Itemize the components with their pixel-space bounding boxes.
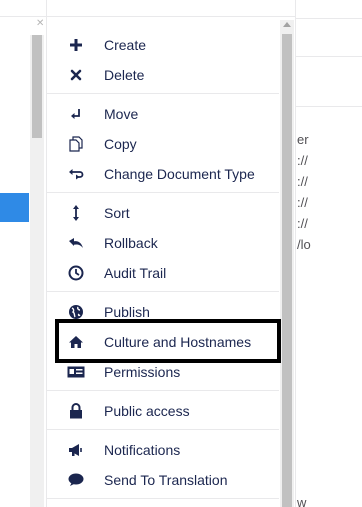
menu-item-create[interactable]: Create xyxy=(47,30,279,60)
sort-vertical-icon xyxy=(66,203,86,223)
selected-tree-node[interactable] xyxy=(0,193,29,222)
actions-context-menu: Create Delete Move Copy Change Document … xyxy=(46,0,297,507)
swap-arrows-icon xyxy=(66,164,86,184)
menu-item-label: Publish xyxy=(104,304,150,320)
background-divider xyxy=(296,56,362,57)
menu-item-label: Sort xyxy=(104,205,130,221)
menu-item-label: Delete xyxy=(104,67,145,83)
menu-item-label: Notifications xyxy=(104,442,181,458)
menu-item-label: Send To Translation xyxy=(104,472,228,488)
id-card-icon xyxy=(66,362,86,382)
move-arrow-icon xyxy=(66,104,86,124)
menu-divider xyxy=(47,498,279,499)
background-text: er xyxy=(297,132,309,147)
menu-item-move[interactable]: Move xyxy=(47,99,279,129)
menu-item-label: Move xyxy=(104,106,139,122)
tree-collapse-icon[interactable]: ✕ xyxy=(36,19,44,29)
megaphone-icon xyxy=(66,440,86,460)
editor-background-pane: er :// :// :// :// /lo w xyxy=(296,0,362,507)
menu-divider xyxy=(47,291,279,292)
background-text: :// xyxy=(297,153,308,168)
menu-item-label: Permissions xyxy=(104,364,181,380)
background-text: :// xyxy=(297,195,308,210)
menu-divider xyxy=(47,192,279,193)
undo-icon xyxy=(66,233,86,253)
menu-item-label: Audit Trail xyxy=(104,265,167,281)
menu-divider xyxy=(47,93,279,94)
background-text: :// xyxy=(297,174,308,189)
background-divider xyxy=(296,106,362,107)
background-text: w xyxy=(297,495,307,507)
tree-header-divider xyxy=(0,16,46,17)
menu-item-change-document-type[interactable]: Change Document Type xyxy=(47,159,279,189)
menu-item-label: Copy xyxy=(104,136,137,152)
menu-item-delete[interactable]: Delete xyxy=(47,60,279,90)
speech-bubble-icon xyxy=(66,470,86,490)
menu-item-label: Create xyxy=(104,37,147,53)
menu-item-rollback[interactable]: Rollback xyxy=(47,228,279,258)
background-divider xyxy=(296,18,362,19)
menu-divider xyxy=(47,390,279,391)
menu-item-label: Change Document Type xyxy=(104,166,255,182)
content-tree-pane: ✕ xyxy=(0,0,46,507)
menu-item-sort[interactable]: Sort xyxy=(47,198,279,228)
tree-scrollbar-thumb[interactable] xyxy=(32,35,42,138)
menu-scrollbar-thumb[interactable] xyxy=(282,34,292,507)
lock-icon xyxy=(66,401,86,421)
plus-icon xyxy=(66,35,86,55)
menu-item-audit-trail[interactable]: Audit Trail xyxy=(47,258,279,288)
background-text: :// xyxy=(297,216,308,231)
menu-item-send-to-translation[interactable]: Send To Translation xyxy=(47,465,279,495)
copy-documents-icon xyxy=(66,134,86,154)
menu-item-copy[interactable]: Copy xyxy=(47,129,279,159)
menu-item-label: Public access xyxy=(104,403,190,419)
background-text: /lo xyxy=(297,237,311,252)
menu-header-divider xyxy=(47,16,297,17)
menu-divider xyxy=(47,429,279,430)
highlight-box xyxy=(55,319,281,363)
x-icon xyxy=(66,65,86,85)
scroll-up-arrow-icon[interactable] xyxy=(283,22,291,27)
clock-icon xyxy=(66,263,86,283)
menu-item-notifications[interactable]: Notifications xyxy=(47,435,279,465)
menu-item-label: Rollback xyxy=(104,235,158,251)
menu-item-public-access[interactable]: Public access xyxy=(47,396,279,426)
